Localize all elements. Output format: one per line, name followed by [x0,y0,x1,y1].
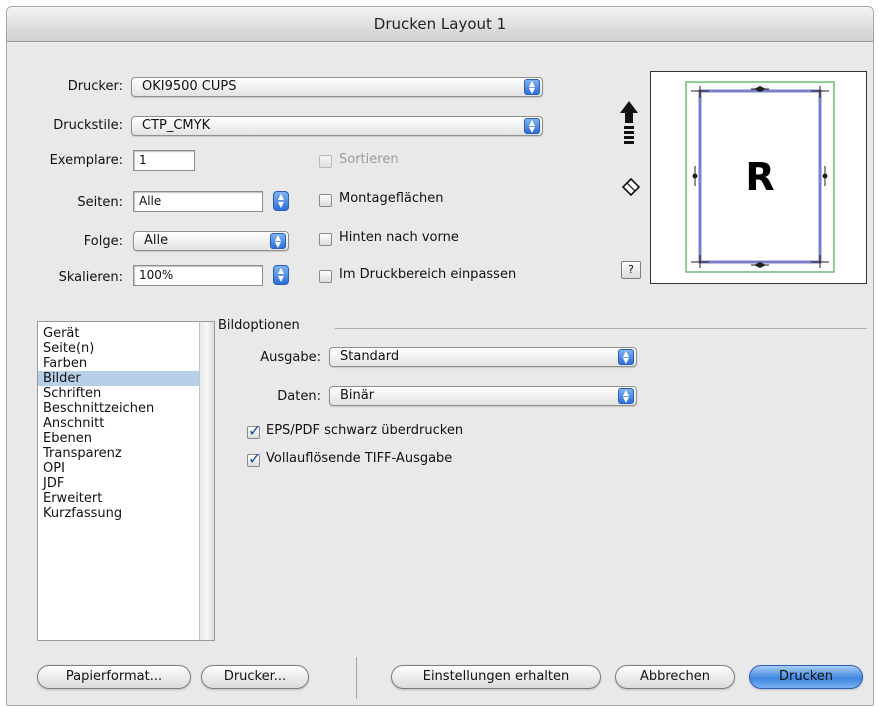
folge-popup[interactable]: Alle ▲ ▼ [133,231,289,251]
druckstile-label: Druckstile: [53,118,123,133]
seiten-value: Alle [139,194,162,208]
category-item[interactable]: Anschnitt [38,416,199,431]
popup-arrows-icon: ▲ ▼ [618,388,634,404]
einstellungen-erhalten-button[interactable]: Einstellungen erhalten [391,665,601,689]
skalieren-value: 100% [139,268,174,282]
preview-letter: R [745,155,774,199]
tiff-checkbox[interactable]: ✓ [247,449,261,468]
category-item[interactable]: Bilder [38,371,199,386]
category-item[interactable]: Beschnittzeichen [38,401,199,416]
popup-arrows-icon: ▲ ▼ [524,79,540,95]
daten-value: Binär [340,388,375,403]
ausgabe-popup[interactable]: Standard ▲ ▼ [329,347,637,367]
category-item[interactable]: Gerät [38,326,199,341]
daten-popup[interactable]: Binär ▲ ▼ [329,386,637,406]
skalieren-stepper[interactable]: ▲ ▼ [273,265,289,285]
tiff-label: Vollauflösende TIFF-Ausgabe [266,451,453,466]
drucker-label: Drucker: [67,79,123,94]
category-items: Gerät Seite(n) Farben Bilder Schriften Beschn… [38,322,199,521]
ausgabe-label: Ausgabe: [260,350,321,365]
drucker-popup[interactable]: OKI9500 CUPS ▲ ▼ [131,77,543,97]
drucker-button[interactable]: Drucker... [201,665,309,689]
seiten-label: Seiten: [77,195,123,210]
category-list[interactable]: Gerät Seite(n) Farben Bilder Schriften Beschn… [37,321,215,641]
einpassen-label: Im Druckbereich einpassen [339,267,517,282]
checkmark-icon: ✓ [248,449,262,468]
page-preview: R [650,71,867,284]
folge-label: Folge: [83,234,123,249]
popup-arrows-icon: ▲ ▼ [524,118,540,134]
checkmark-icon: ✓ [248,421,262,440]
help-button[interactable]: ? [621,261,641,279]
einpassen-checkbox[interactable] [319,270,332,283]
page-preview-drawing: R [685,81,835,273]
category-item[interactable]: Seite(n) [38,341,199,356]
seiten-field[interactable]: Alle [133,191,263,212]
rotate-page-icon[interactable] [621,177,641,197]
feed-direction-icon[interactable] [619,101,639,147]
print-dialog: Drucken Layout 1 Drucker: OKI9500 CUPS ▲… [6,6,874,706]
druckstile-popup[interactable]: CTP_CMYK ▲ ▼ [131,116,543,136]
category-item[interactable]: Transparenz [38,446,199,461]
seiten-stepper[interactable]: ▲ ▼ [273,191,289,211]
montageflaechen-checkbox[interactable] [319,194,332,207]
bildoptionen-divider [335,328,867,329]
category-item[interactable]: Kurzfassung [38,506,199,521]
drucker-value: OKI9500 CUPS [142,79,237,94]
daten-label: Daten: [277,389,321,404]
drucken-button[interactable]: Drucken [749,665,863,689]
sortieren-checkbox[interactable] [319,155,332,168]
eps-pdf-checkbox[interactable]: ✓ [247,421,261,440]
sortieren-label: Sortieren [339,152,399,167]
category-item[interactable]: Farben [38,356,199,371]
category-item[interactable]: OPI [38,461,199,476]
exemplare-field[interactable]: 1 [133,150,195,171]
exemplare-value: 1 [139,153,147,167]
popup-arrows-icon: ▲ ▼ [270,233,286,249]
ausgabe-value: Standard [340,349,400,364]
category-item[interactable]: JDF [38,476,199,491]
popup-arrows-icon: ▲ ▼ [618,349,634,365]
hinten-nach-vorne-label: Hinten nach vorne [339,230,459,245]
druckstile-value: CTP_CMYK [142,118,211,133]
papierformat-button[interactable]: Papierformat... [37,665,191,689]
exemplare-label: Exemplare: [49,153,123,168]
button-separator [356,657,357,699]
category-scrollbar[interactable] [199,322,214,640]
bildoptionen-title: Bildoptionen [218,318,300,333]
skalieren-label: Skalieren: [58,270,123,285]
abbrechen-button[interactable]: Abbrechen [615,665,735,689]
hinten-nach-vorne-checkbox[interactable] [319,233,332,246]
eps-pdf-label: EPS/PDF schwarz überdrucken [266,423,464,438]
window-title: Drucken Layout 1 [7,7,873,42]
skalieren-field[interactable]: 100% [133,265,263,286]
folge-value: Alle [144,233,169,248]
montageflaechen-label: Montageflächen [339,191,444,206]
category-item[interactable]: Ebenen [38,431,199,446]
category-item[interactable]: Erweitert [38,491,199,506]
category-item[interactable]: Schriften [38,386,199,401]
